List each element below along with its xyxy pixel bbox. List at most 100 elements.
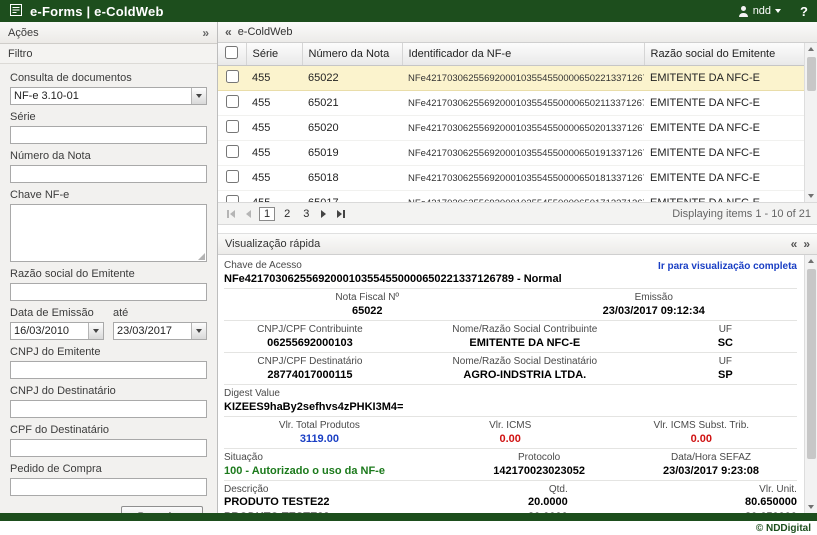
preview-content: Chave de Acesso Ir para visualização com… [218, 255, 817, 513]
preview-panel-header: Visualização rápida « » [218, 234, 817, 255]
cpf-destinatario-input[interactable] [10, 439, 207, 457]
column-header-serie[interactable]: Série [246, 43, 302, 66]
date-from-select[interactable]: 16/03/2010 [10, 322, 104, 340]
page-1-button[interactable]: 1 [259, 207, 275, 221]
column-header-numero[interactable]: Número da Nota [302, 43, 402, 66]
digest-value-label: Digest Value [224, 388, 280, 400]
prev-page-button[interactable] [243, 210, 254, 218]
topbar: e-Forms | e-ColdWeb ndd ? [0, 0, 817, 22]
next-document-icon[interactable]: » [803, 237, 810, 251]
product-row: PRODUTO TESTE22 20.0000 80.650000 [224, 511, 797, 513]
cell-identificador: NFe4217030625569200010355455000065017133… [402, 191, 644, 204]
copyright-text: © NDDigital [756, 523, 811, 534]
cnpj-emitente-label: CNPJ do Emitente [10, 346, 207, 359]
page-3-button[interactable]: 3 [299, 207, 313, 221]
cnpj-destinatario-input[interactable] [10, 400, 207, 418]
cell-numero: 65020 [302, 116, 402, 141]
row-checkbox[interactable] [226, 95, 239, 108]
scrollbar-thumb[interactable] [807, 269, 816, 459]
help-button[interactable]: ? [800, 4, 808, 19]
prev-document-icon[interactable]: « [791, 237, 798, 251]
chave-nfe-label: Chave NF-e [10, 189, 207, 202]
next-page-button[interactable] [318, 210, 329, 218]
scroll-down-icon[interactable] [805, 501, 817, 513]
cell-razao: EMITENTE DA NFC-E [644, 66, 804, 91]
main-content: « e-ColdWeb Série Número da Nota Identif… [218, 22, 817, 513]
cnpj-destinatario-label: CNPJ/CPF Destinatário [224, 356, 396, 368]
column-header-identificador[interactable]: Identificador da NF-e [402, 43, 644, 66]
grid-panel-header: « e-ColdWeb [218, 22, 817, 43]
table-row[interactable]: 455 65020 NFe421703062556920001035545500… [218, 116, 804, 141]
grid-scrollbar[interactable] [804, 43, 817, 202]
cell-razao: EMITENTE DA NFC-E [644, 191, 804, 204]
cell-numero: 65022 [302, 66, 402, 91]
cnpj-emitente-input[interactable] [10, 361, 207, 379]
vlr-icms-label: Vlr. ICMS [415, 420, 606, 432]
actions-header: Ações » [0, 22, 217, 44]
scroll-down-icon[interactable] [805, 190, 817, 202]
select-all-checkbox[interactable] [225, 46, 238, 59]
row-checkbox[interactable] [226, 170, 239, 183]
sefaz-label: Data/Hora SEFAZ [625, 452, 797, 464]
row-checkbox[interactable] [226, 195, 239, 203]
sidebar: Ações » Filtro Consulta de documentos NF… [0, 22, 218, 513]
search-button[interactable]: Pesquisar [121, 506, 203, 513]
cell-serie: 455 [246, 141, 302, 166]
cell-razao: EMITENTE DA NFC-E [644, 166, 804, 191]
row-checkbox[interactable] [226, 145, 239, 158]
table-row[interactable]: 455 65022 NFe421703062556920001035545500… [218, 66, 804, 91]
preview-panel-title: Visualização rápida [225, 238, 320, 250]
cpf-destinatario-label: CPF do Destinatário [10, 424, 207, 437]
table-row[interactable]: 455 65021 NFe421703062556920001035545500… [218, 91, 804, 116]
nome-destinatario-label: Nome/Razão Social Destinatário [396, 356, 654, 368]
chave-nfe-textarea[interactable] [10, 204, 207, 262]
product-qtd: 20.0000 [453, 511, 568, 513]
cell-serie: 455 [246, 66, 302, 91]
cell-identificador: NFe4217030625569200010355455000065022133… [402, 66, 644, 91]
user-menu[interactable]: ndd [738, 5, 781, 17]
full-view-link[interactable]: Ir para visualização completa [658, 261, 797, 272]
numero-nota-input[interactable] [10, 165, 207, 183]
first-page-button[interactable] [224, 210, 238, 218]
cell-razao: EMITENTE DA NFC-E [644, 116, 804, 141]
sidebar-collapse-icon[interactable]: » [202, 26, 209, 40]
column-header-razao[interactable]: Razão social do Emitente [644, 43, 804, 66]
search-button-row: Pesquisar [10, 496, 207, 513]
user-name: ndd [753, 5, 771, 17]
chevron-down-icon [88, 323, 103, 339]
pedido-compra-label: Pedido de Compra [10, 463, 207, 476]
pedido-compra-input[interactable] [10, 478, 207, 496]
table-row[interactable]: 455 65019 NFe421703062556920001035545500… [218, 141, 804, 166]
table-row[interactable]: 455 65017 NFe421703062556920001035545500… [218, 191, 804, 204]
date-to-value: 23/03/2017 [114, 325, 191, 337]
preview-scrollbar[interactable] [804, 255, 817, 513]
serie-label: Série [10, 111, 207, 124]
date-to-select[interactable]: 23/03/2017 [113, 322, 207, 340]
documents-grid: Série Número da Nota Identificador da NF… [218, 43, 817, 203]
row-checkbox[interactable] [226, 120, 239, 133]
cell-serie: 455 [246, 91, 302, 116]
nome-destinatario-value: AGRO-INDSTRIA LTDA. [396, 368, 654, 384]
nome-contribuinte-value: EMITENTE DA NFC-E [396, 336, 654, 352]
protocolo-label: Protocolo [453, 452, 625, 464]
table-row[interactable]: 455 65018 NFe421703062556920001035545500… [218, 166, 804, 191]
digest-value: KIZEES9haBy2sefhvs4zPHKI3M4= [224, 400, 403, 416]
document-type-select[interactable]: NF-e 3.10-01 [10, 87, 207, 105]
page-2-button[interactable]: 2 [280, 207, 294, 221]
scroll-up-icon[interactable] [805, 43, 817, 55]
collapse-panel-icon[interactable]: « [225, 25, 232, 39]
uf-contribuinte-label: UF [654, 324, 797, 336]
last-page-button[interactable] [334, 210, 348, 218]
row-checkbox[interactable] [226, 70, 239, 83]
serie-input[interactable] [10, 126, 207, 144]
scrollbar-thumb[interactable] [807, 57, 816, 91]
documents-table: Série Número da Nota Identificador da NF… [218, 43, 805, 203]
vlr-total-value: 3119.00 [224, 432, 415, 448]
vlr-icms-st-value: 0.00 [606, 432, 797, 448]
cell-numero: 65021 [302, 91, 402, 116]
scroll-up-icon[interactable] [805, 255, 817, 267]
descricao-header: Descrição [224, 484, 453, 496]
uf-destinatario-value: SP [654, 368, 797, 384]
chave-acesso-value: NFe4217030625569200010355455000065022133… [224, 272, 562, 288]
razao-social-input[interactable] [10, 283, 207, 301]
